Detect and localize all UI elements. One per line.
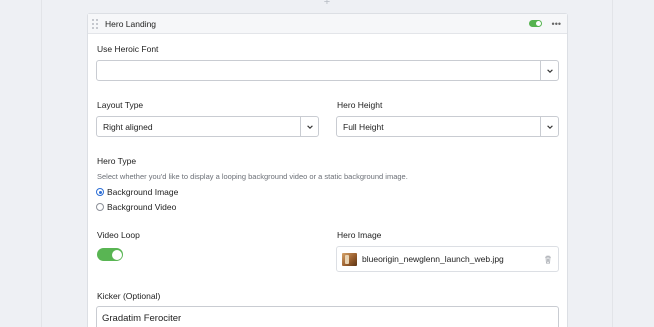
kicker-input[interactable]: Gradatim Ferociter [96,306,559,327]
kicker-label: Kicker (Optional) [97,291,161,301]
layout-type-value: Right aligned [103,121,153,132]
add-block-plus-icon[interactable]: + [324,0,330,8]
block-title: Hero Landing [105,18,157,29]
hero-type-helper: Select whether you'd like to display a l… [97,172,408,181]
video-loop-toggle[interactable] [97,248,123,261]
hero-image-file[interactable]: blueorigin_newglenn_launch_web.jpg [336,246,559,272]
hero-image-label: Hero Image [337,230,382,240]
hero-image-filename: blueorigin_newglenn_launch_web.jpg [362,254,504,264]
hero-height-label: Hero Height [337,100,383,110]
radio-unchecked-icon[interactable] [96,203,104,211]
page-gutter-right [612,0,613,327]
radio-background-video[interactable]: Background Video [96,202,176,212]
block-enabled-toggle[interactable] [528,20,542,27]
heroic-font-label: Use Heroic Font [97,44,159,54]
more-icon[interactable]: ••• [552,19,561,28]
heroic-font-select[interactable] [96,60,559,81]
chevron-down-icon[interactable] [540,61,558,80]
radio-checked-icon[interactable] [96,188,104,196]
radio-background-video-label: Background Video [107,202,177,212]
drag-handle-icon[interactable] [92,18,98,29]
hero-height-value: Full Height [343,121,384,132]
image-thumbnail [342,252,357,266]
radio-background-image[interactable]: Background Image [96,187,178,197]
page-gutter-left [41,0,42,327]
video-loop-label: Video Loop [97,230,140,240]
hero-height-select[interactable]: Full Height [336,116,559,137]
chevron-down-icon[interactable] [540,117,558,136]
block-header: Hero Landing ••• [88,14,567,34]
trash-icon[interactable] [544,255,552,264]
layout-type-label: Layout Type [97,100,144,110]
hero-type-label: Hero Type [97,156,137,166]
chevron-down-icon[interactable] [300,117,318,136]
radio-background-image-label: Background Image [107,187,179,197]
layout-type-select[interactable]: Right aligned [96,116,319,137]
